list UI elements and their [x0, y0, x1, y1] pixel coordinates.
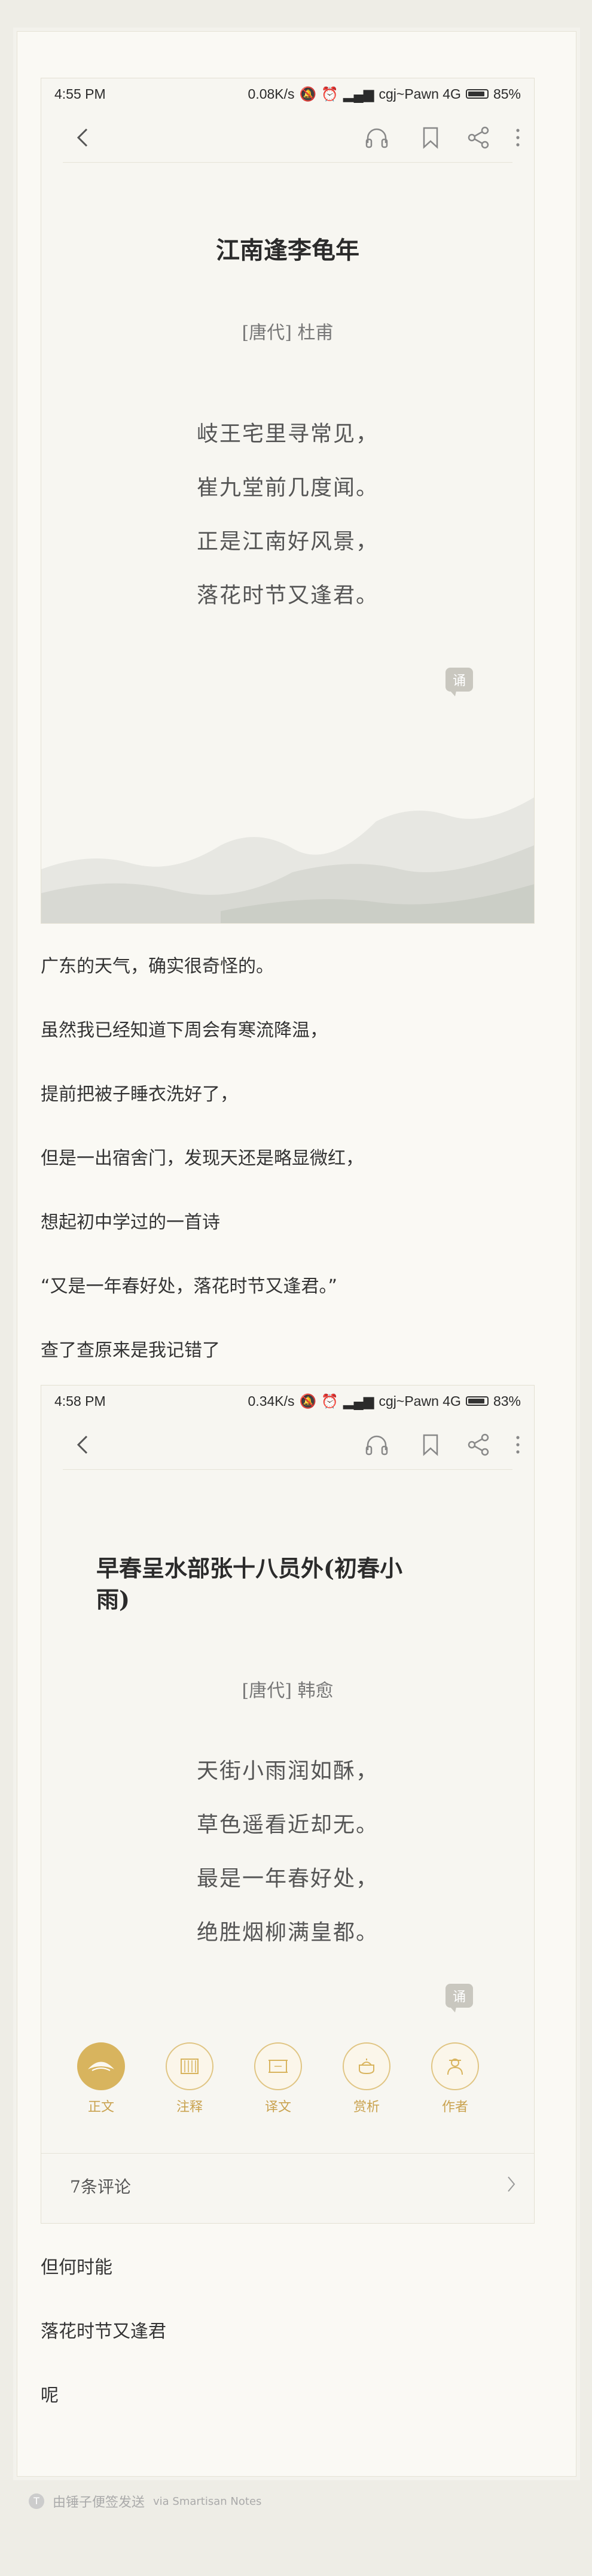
- headphones-icon[interactable]: [363, 124, 390, 151]
- poem-author: [唐代] 杜甫: [242, 322, 334, 343]
- tab-main-text[interactable]: 正文: [74, 2042, 128, 2115]
- mute-icon: 🔕: [299, 1393, 317, 1409]
- poem-title-line: 雨): [96, 1586, 130, 1613]
- recite-button[interactable]: 诵: [445, 668, 473, 696]
- recite-button[interactable]: 诵: [445, 1984, 473, 2012]
- back-icon[interactable]: [69, 1431, 96, 1458]
- status-battery: 83%: [493, 1393, 521, 1409]
- tab-label: 译文: [264, 2100, 291, 2115]
- signal-icon: ▂▄▆: [343, 86, 374, 102]
- poem-line: 最是一年春好处，: [196, 1866, 379, 1891]
- mountain-landscape: [41, 797, 534, 923]
- more-icon[interactable]: [504, 124, 532, 151]
- smartisan-logo-icon: T: [29, 2493, 44, 2509]
- poem-screenshot-2: 4:58 PM 0.34K/s 🔕 ⏰ ▂▄▆ cgj~Pawn 4G 83% …: [41, 1385, 535, 2224]
- note-text: 虽然我已经知道下周会有寒流降温，: [41, 1020, 328, 1041]
- alarm-icon: ⏰: [321, 86, 338, 102]
- alarm-icon: ⏰: [321, 1393, 338, 1409]
- tab-appreciation[interactable]: 赏析: [340, 2042, 393, 2115]
- footer-text: 由锤子便签发送: [53, 2495, 145, 2510]
- tab-label: 注释: [176, 2100, 203, 2115]
- poem-line: 绝胜烟柳满皇都。: [196, 1920, 379, 1945]
- headphones-icon[interactable]: [363, 1431, 390, 1458]
- poem-title-line: 早春呈水部张十八员外(初春小: [96, 1555, 402, 1582]
- tab-notes[interactable]: 注释: [163, 2042, 216, 2115]
- status-bar: 4:58 PM 0.34K/s 🔕 ⏰ ▂▄▆ cgj~Pawn 4G 83%: [41, 1386, 534, 1417]
- note-text: 呢: [41, 2385, 59, 2406]
- share-icon[interactable]: [465, 124, 492, 151]
- status-net-speed: 0.08K/s: [248, 86, 295, 102]
- poem-line: 天街小雨润如酥，: [196, 1759, 379, 1783]
- tab-translation[interactable]: 译文: [251, 2042, 305, 2115]
- comments-row[interactable]: 7条评论: [41, 2153, 534, 2219]
- poem-line: 正是江南好风景，: [196, 529, 379, 554]
- status-net-speed: 0.34K/s: [248, 1393, 295, 1409]
- battery-icon: [465, 89, 489, 99]
- scroll-icon: [166, 2042, 213, 2090]
- note-text: 落花时节又逢君: [41, 2321, 166, 2342]
- bookmark-icon[interactable]: [417, 1431, 444, 1458]
- more-icon[interactable]: [504, 1431, 532, 1458]
- footer-via: via Smartisan Notes: [153, 2495, 262, 2508]
- mute-icon: 🔕: [299, 86, 317, 102]
- status-carrier: cgj~Pawn 4G: [379, 1393, 461, 1409]
- bookmark-icon[interactable]: [417, 124, 444, 151]
- tab-label: 赏析: [353, 2100, 380, 2115]
- note-text: 查了查原来是我记错了: [41, 1340, 220, 1361]
- poem-title: 早春呈水部张十八员外(初春小 雨): [96, 1553, 402, 1615]
- back-icon[interactable]: [69, 124, 96, 151]
- note-text: 提前把被子睡衣洗好了，: [41, 1084, 238, 1105]
- comments-count: 7条评论: [70, 2177, 131, 2197]
- tab-label: 作者: [441, 2100, 468, 2115]
- poem-title: 江南逢李龟年: [216, 236, 359, 264]
- note-text: 广东的天气，确实很奇怪的。: [41, 956, 274, 977]
- note-text: 想起初中学过的一首诗: [41, 1212, 220, 1233]
- status-time: 4:58 PM: [54, 1393, 106, 1409]
- chevron-right-icon: [506, 2175, 516, 2196]
- status-time: 4:55 PM: [54, 86, 106, 102]
- share-icon[interactable]: [465, 1431, 492, 1458]
- toolbar: [63, 115, 520, 163]
- person-icon: [431, 2042, 479, 2090]
- poem-line: 岐王宅里寻常见，: [196, 422, 379, 446]
- poem-line: 草色遥看近却无。: [196, 1813, 379, 1837]
- note-text: 但何时能: [41, 2257, 112, 2278]
- status-carrier: cgj~Pawn 4G: [379, 86, 461, 102]
- note-text: “又是一年春好处，落花时节又逢君。”: [41, 1276, 338, 1297]
- teapot-icon: [343, 2042, 390, 2090]
- battery-icon: [465, 1396, 489, 1406]
- poem-line: 崔九堂前几度闻。: [196, 476, 379, 500]
- poem-screenshot-1: 4:55 PM 0.08K/s 🔕 ⏰ ▂▄▆ cgj~Pawn 4G 85% …: [41, 78, 535, 924]
- poem-line: 落花时节又逢君。: [196, 583, 379, 608]
- fan-icon: [77, 2042, 125, 2090]
- frame-icon: [254, 2042, 302, 2090]
- tab-label: 正文: [87, 2100, 114, 2115]
- tab-author[interactable]: 作者: [428, 2042, 482, 2115]
- footer: T 由锤子便签发送 via Smartisan Notes: [29, 2492, 261, 2511]
- note-text: 但是一出宿舍门，发现天还是略显微红，: [41, 1148, 364, 1169]
- status-battery: 85%: [493, 86, 521, 102]
- signal-icon: ▂▄▆: [343, 1393, 374, 1409]
- poem-author: [唐代] 韩愈: [242, 1680, 334, 1701]
- status-bar: 4:55 PM 0.08K/s 🔕 ⏰ ▂▄▆ cgj~Pawn 4G 85%: [41, 78, 534, 109]
- toolbar: [63, 1423, 520, 1470]
